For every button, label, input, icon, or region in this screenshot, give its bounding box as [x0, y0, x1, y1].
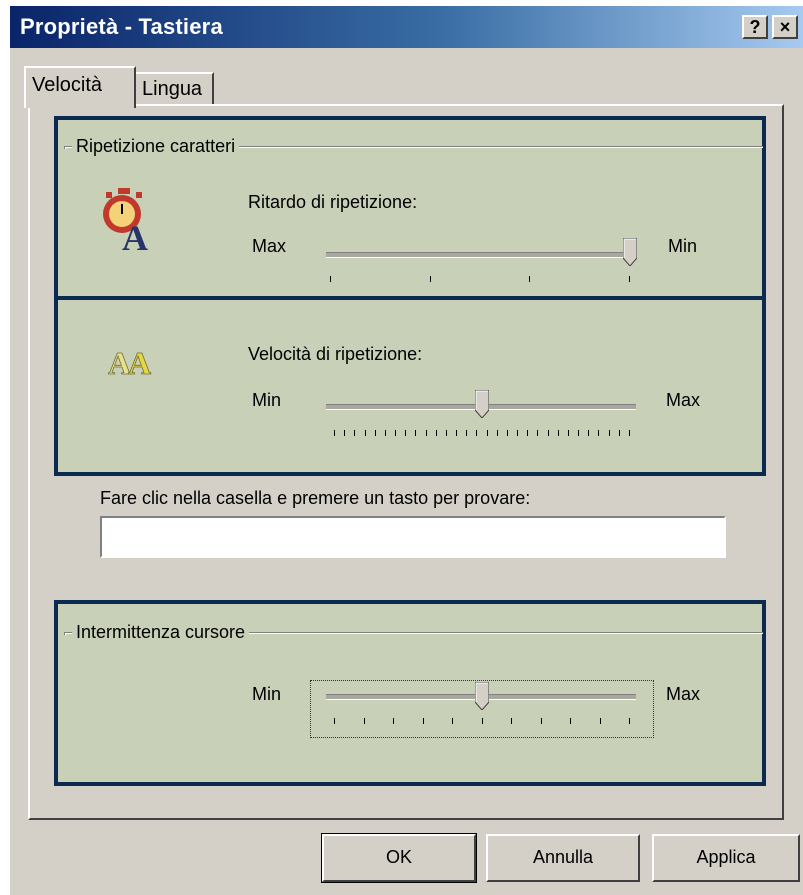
slider-tick [629, 430, 630, 436]
test-input[interactable] [100, 516, 726, 558]
blink-left-label: Min [252, 684, 282, 704]
slider-tick [578, 430, 580, 436]
rate-section-highlight [54, 296, 766, 476]
cancel-button[interactable]: Annulla [486, 834, 640, 882]
slider-tick [511, 718, 512, 724]
slider-tick [481, 718, 483, 724]
slider-tick [466, 430, 468, 436]
apply-button[interactable]: Applica [652, 834, 800, 882]
slider-tick [374, 430, 376, 436]
slider-tick [422, 718, 424, 724]
slider-tick [435, 430, 437, 436]
slider-tick [363, 718, 365, 724]
svg-text:A: A [128, 345, 151, 380]
slider-tick [456, 430, 458, 436]
slider-tick [629, 276, 630, 282]
title-bar[interactable]: Proprietà - Tastiera ? × [10, 6, 803, 48]
slider-tick [354, 430, 356, 436]
slider-tick [334, 430, 335, 436]
rate-right-label: Max [666, 390, 701, 410]
double-letter-icon: A A [108, 345, 152, 380]
slider-tick [567, 430, 569, 436]
tab-lingua[interactable]: Lingua [134, 72, 214, 104]
svg-text:A: A [122, 218, 148, 256]
slider-tick [557, 430, 559, 436]
slider-tick [496, 430, 498, 436]
tab-velocita[interactable]: Velocità [24, 66, 136, 108]
slider-tick [629, 718, 630, 724]
slider-tick [452, 718, 453, 724]
delay-slider-thumb[interactable] [623, 238, 637, 266]
rate-label: Velocità di ripetizione: [248, 344, 423, 364]
slider-tick [529, 276, 531, 282]
repeat-group-legend: Ripetizione caratteri [72, 136, 240, 157]
delay-slider-ticks [330, 276, 630, 284]
delay-left-label: Max [252, 236, 287, 256]
slider-tick [537, 430, 539, 436]
blink-slider-thumb[interactable] [475, 682, 489, 710]
blink-right-label: Max [666, 684, 701, 704]
slider-tick [476, 430, 478, 436]
slider-tick [393, 718, 394, 724]
slider-tick [527, 430, 529, 436]
slider-tick [405, 430, 407, 436]
slider-tick [344, 430, 346, 436]
window-title: Proprietà - Tastiera [20, 14, 223, 39]
slider-tick [364, 430, 366, 436]
ok-button[interactable]: OK [321, 833, 477, 883]
rate-slider-ticks [334, 430, 630, 438]
slider-tick [598, 430, 600, 436]
delay-slider-track[interactable] [326, 252, 630, 258]
rate-left-label: Min [252, 390, 282, 410]
delay-label: Ritardo di ripetizione: [248, 192, 418, 212]
slider-tick [506, 430, 508, 436]
rate-slider-thumb[interactable] [475, 390, 489, 418]
slider-tick [540, 718, 542, 724]
slider-tick [395, 430, 397, 436]
close-button[interactable]: × [772, 15, 798, 39]
blink-slider-ticks [334, 718, 630, 726]
slider-tick [429, 276, 431, 282]
slider-tick [618, 430, 620, 436]
slider-tick [547, 430, 549, 436]
slider-tick [570, 718, 571, 724]
help-button[interactable]: ? [742, 15, 768, 39]
slider-tick [330, 276, 331, 282]
slider-tick [445, 430, 447, 436]
slider-tick [425, 430, 427, 436]
slider-tick [599, 718, 601, 724]
slider-tick [334, 718, 335, 724]
stopwatch-letter-icon: A [103, 188, 148, 256]
slider-tick [517, 430, 519, 436]
slider-tick [608, 430, 610, 436]
delay-right-label: Min [668, 236, 698, 256]
slider-tick [384, 430, 386, 436]
slider-tick [588, 430, 590, 436]
slider-tick [486, 430, 488, 436]
slider-tick [415, 430, 417, 436]
cursor-group-legend: Intermittenza cursore [72, 622, 250, 643]
test-label: Fare clic nella casella e premere un tas… [100, 488, 531, 508]
